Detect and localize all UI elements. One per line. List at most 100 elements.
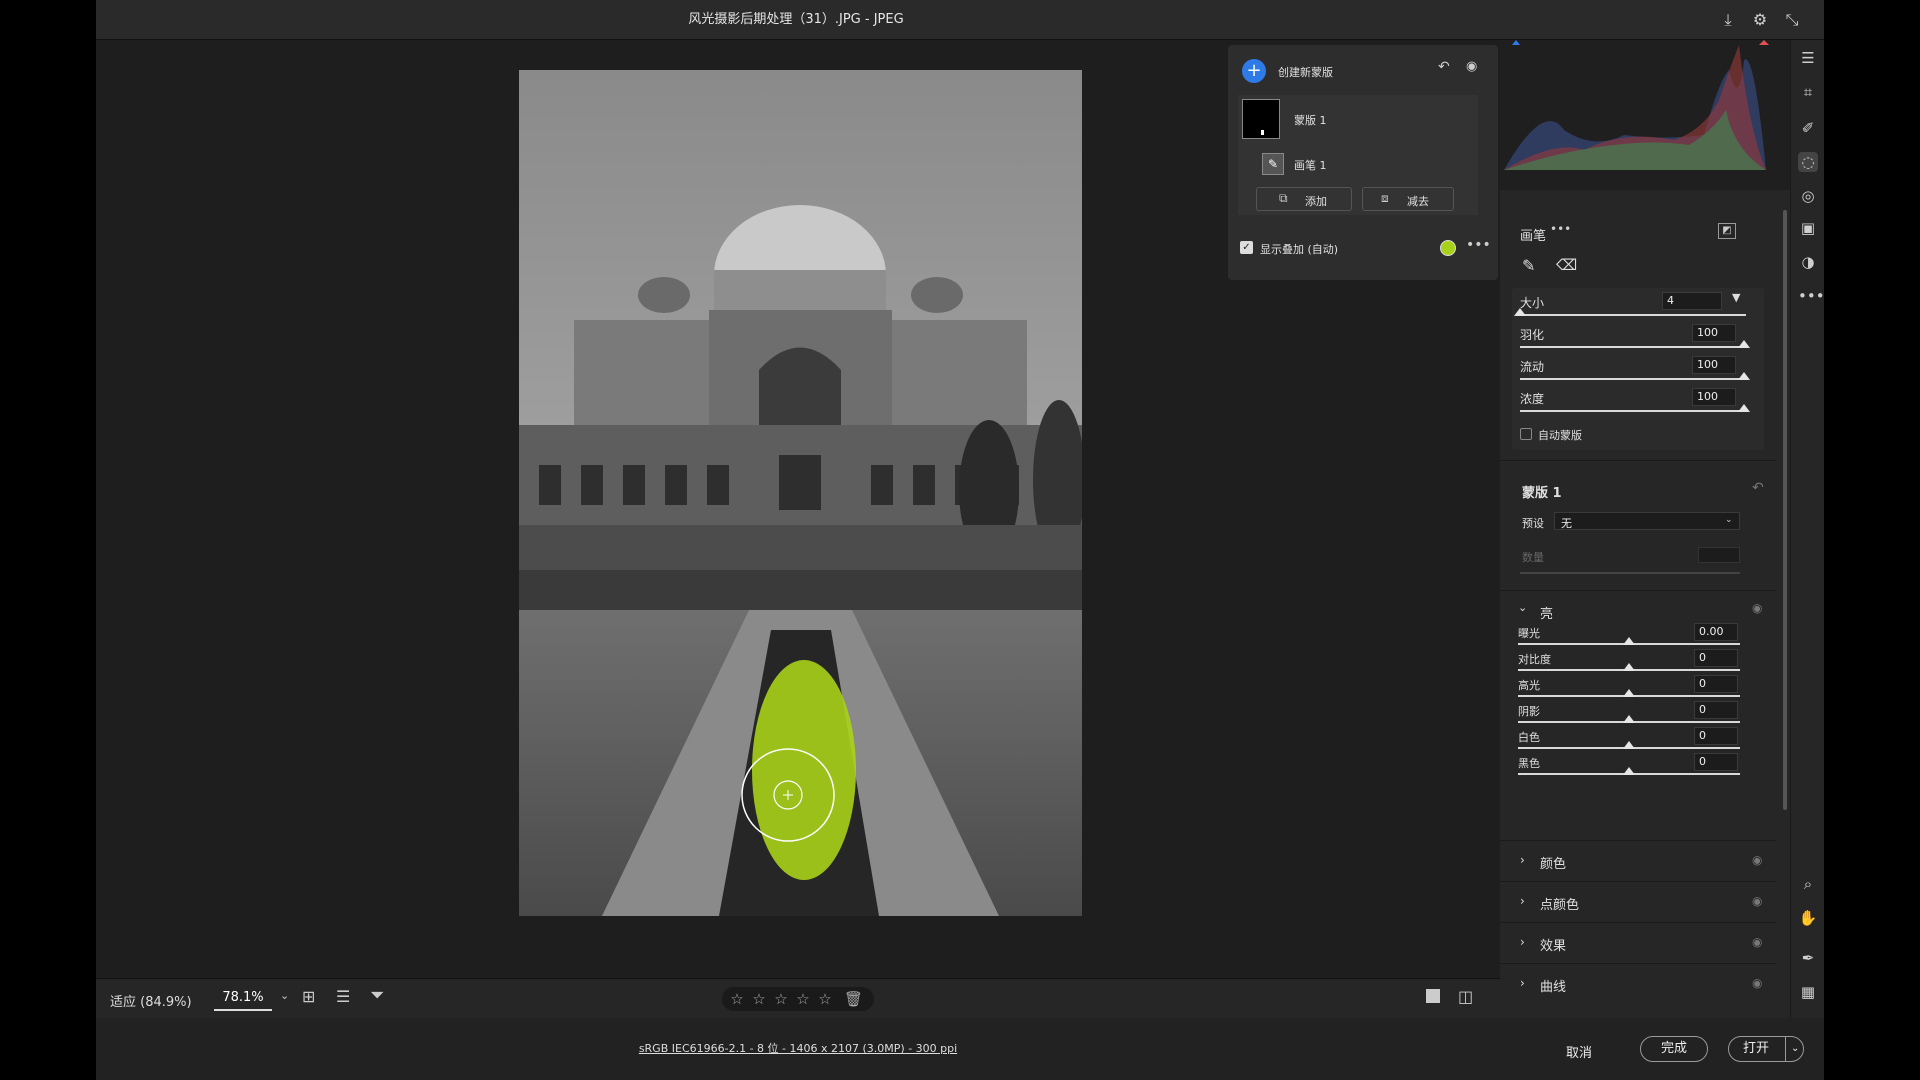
overlay-color-swatch[interactable] xyxy=(1440,240,1456,256)
zoom-value[interactable]: 78.1% xyxy=(214,987,272,1011)
subtract-button[interactable]: ⧈ 减去 xyxy=(1362,187,1454,211)
light-title[interactable]: 亮 xyxy=(1540,603,1553,622)
size-dropdown-icon[interactable]: ▼ xyxy=(1732,291,1740,304)
slider-value[interactable]: 0 xyxy=(1694,753,1738,771)
sort-icon[interactable]: ☰ xyxy=(336,987,350,1006)
sampler-icon[interactable]: ✒ xyxy=(1798,948,1818,968)
zoom-fit[interactable]: 适应 (84.9%) xyxy=(110,991,192,1010)
create-mask-label[interactable]: 创建新蒙版 xyxy=(1278,64,1333,80)
light-slider-row: 黑色 0 xyxy=(1518,753,1758,781)
gear-icon[interactable]: ⚙ xyxy=(1750,10,1770,30)
feather-track[interactable] xyxy=(1520,346,1746,348)
snapshot-icon[interactable]: ◑ xyxy=(1798,252,1818,272)
eye-icon[interactable]: ◉ xyxy=(1752,894,1762,908)
filter-icon[interactable]: ⏷ xyxy=(370,985,384,1006)
star-icon[interactable]: ☆ xyxy=(794,990,812,1008)
more-icon[interactable]: ••• xyxy=(1798,286,1824,306)
mask-name[interactable]: 蒙版 1 xyxy=(1294,112,1327,128)
preset-select[interactable]: 无 ⌄ xyxy=(1554,512,1740,530)
single-view-icon[interactable] xyxy=(1426,989,1440,1003)
slider-value[interactable]: 0 xyxy=(1694,675,1738,693)
grid-icon[interactable]: ▦ xyxy=(1798,982,1818,1002)
brush-invert-icon[interactable]: ◩ xyxy=(1718,223,1736,239)
size-track[interactable] xyxy=(1520,314,1746,316)
heal-icon[interactable]: ✐ xyxy=(1798,118,1818,138)
flow-track[interactable] xyxy=(1520,378,1746,380)
presets-icon[interactable]: ▣ xyxy=(1798,218,1818,238)
add-button[interactable]: ⧉ 添加 xyxy=(1256,187,1352,211)
slider-value[interactable]: 0.00 xyxy=(1694,623,1738,641)
panel-scrollbar[interactable] xyxy=(1783,210,1787,810)
hand-icon[interactable]: ✋ xyxy=(1798,908,1818,928)
photo-image xyxy=(519,70,1082,916)
eye-icon[interactable]: ◉ xyxy=(1752,853,1762,867)
slider-value[interactable]: 0 xyxy=(1694,701,1738,719)
slider-value[interactable]: 0 xyxy=(1694,727,1738,745)
brush-component-name[interactable]: 画笔 1 xyxy=(1294,157,1327,173)
slider-thumb[interactable] xyxy=(1623,741,1635,749)
edit-sliders-icon[interactable]: ☰ xyxy=(1798,48,1818,68)
star-icon[interactable]: ☆ xyxy=(750,990,768,1008)
slider-thumb[interactable] xyxy=(1623,663,1635,671)
more-icon[interactable]: ••• xyxy=(1466,237,1491,253)
density-input[interactable]: 100 xyxy=(1692,388,1736,406)
create-mask-icon[interactable]: + xyxy=(1242,59,1266,83)
slider-thumb[interactable] xyxy=(1623,715,1635,723)
slider-thumb[interactable] xyxy=(1623,767,1635,775)
automask-checkbox[interactable] xyxy=(1520,428,1532,440)
eraser-icon[interactable]: ⌫ xyxy=(1556,256,1577,274)
compare-view-icon[interactable]: ◫ xyxy=(1458,987,1473,1006)
amount-input[interactable] xyxy=(1698,547,1740,563)
mask-thumbnail[interactable] xyxy=(1242,99,1280,139)
brush-more-icon[interactable]: ••• xyxy=(1550,222,1571,236)
amount-track[interactable] xyxy=(1520,572,1740,574)
photo-preview[interactable] xyxy=(519,70,1082,916)
star-icon[interactable]: ☆ xyxy=(816,990,834,1008)
crop-icon[interactable]: ⌗ xyxy=(1798,82,1818,102)
overlay-checkbox[interactable]: ✓ xyxy=(1240,241,1253,254)
star-icon[interactable]: ☆ xyxy=(772,990,790,1008)
masking-icon[interactable]: ◌ xyxy=(1798,152,1818,172)
star-icon[interactable]: ☆ xyxy=(728,990,746,1008)
download-icon[interactable]: ⤓ xyxy=(1718,10,1738,30)
open-button[interactable]: 打开 ⌄ xyxy=(1728,1036,1804,1062)
slider-thumb[interactable] xyxy=(1623,637,1635,645)
cancel-button[interactable]: 取消 xyxy=(1566,1042,1592,1061)
collapsed-section[interactable]: › 颜色 ◉ xyxy=(1500,840,1776,880)
density-track[interactable] xyxy=(1520,410,1746,412)
trash-icon[interactable]: 🗑 xyxy=(844,990,863,1008)
undo-icon[interactable]: ↶ xyxy=(1438,59,1450,75)
collapsed-section[interactable]: › 点颜色 ◉ xyxy=(1500,881,1776,921)
feather-thumb[interactable] xyxy=(1738,340,1750,348)
chevron-down-icon[interactable]: ⌄ xyxy=(1791,1037,1799,1061)
size-thumb[interactable] xyxy=(1514,308,1526,316)
zoom-icon[interactable]: ⌕ xyxy=(1798,874,1818,894)
slider-value[interactable]: 0 xyxy=(1694,649,1738,667)
eye-icon[interactable]: ◉ xyxy=(1752,935,1762,949)
filmstrip-icon[interactable]: ⊞ xyxy=(302,987,315,1006)
flow-thumb[interactable] xyxy=(1738,372,1750,380)
chevron-right-icon: › xyxy=(1520,853,1525,867)
shadow-clip-icon[interactable] xyxy=(1512,40,1520,45)
brush-tool-icon[interactable]: ✎ xyxy=(1522,256,1535,275)
size-input[interactable]: 4 xyxy=(1662,292,1722,310)
chevron-down-icon[interactable]: ⌄ xyxy=(1518,601,1527,614)
eye-icon[interactable]: ◉ xyxy=(1752,601,1762,615)
collapsed-section[interactable]: › 曲线 ◉ xyxy=(1500,963,1776,1003)
chevron-down-icon[interactable]: ⌄ xyxy=(280,989,289,1002)
subtract-label: 减去 xyxy=(1407,195,1429,208)
density-thumb[interactable] xyxy=(1738,404,1750,412)
feather-input[interactable]: 100 xyxy=(1692,324,1736,342)
highlight-clip-icon[interactable] xyxy=(1759,40,1769,45)
image-info-link[interactable]: sRGB IEC61966-2.1 - 8 位 - 1406 x 2107 (3… xyxy=(96,1040,1500,1056)
collapse-icon[interactable]: ⤡ xyxy=(1782,10,1802,30)
eye-icon[interactable]: ◉ xyxy=(1752,976,1762,990)
redeye-icon[interactable]: ◎ xyxy=(1798,186,1818,206)
collapsed-section[interactable]: › 效果 ◉ xyxy=(1500,922,1776,962)
mask-reset-icon[interactable]: ↶ xyxy=(1752,480,1764,496)
slider-thumb[interactable] xyxy=(1623,689,1635,697)
brush-icon[interactable]: ✎ xyxy=(1262,153,1284,175)
flow-input[interactable]: 100 xyxy=(1692,356,1736,374)
done-button[interactable]: 完成 xyxy=(1640,1036,1708,1062)
eye-icon[interactable]: ◉ xyxy=(1466,59,1477,74)
